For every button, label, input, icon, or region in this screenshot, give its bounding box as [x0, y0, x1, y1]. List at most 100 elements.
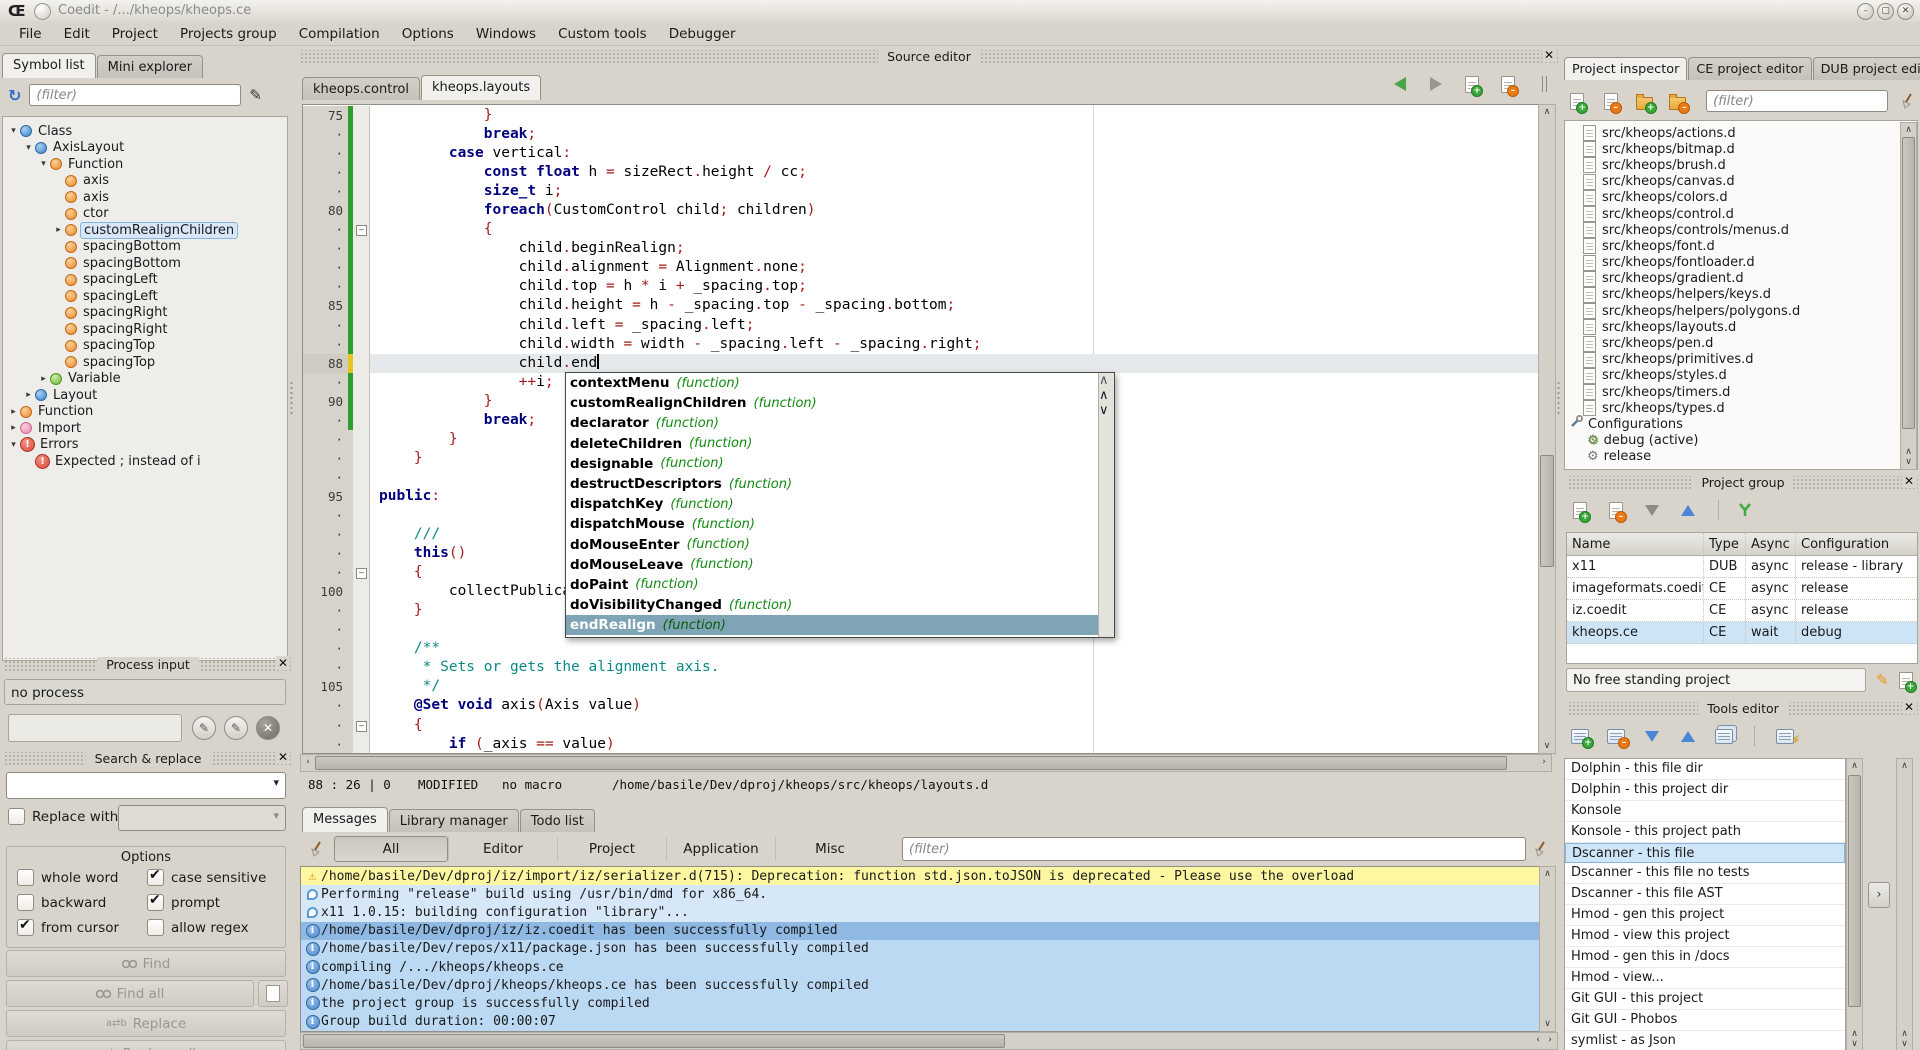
- minimize-button[interactable]: –: [1857, 3, 1874, 20]
- scroll-up-icon[interactable]: ∧: [1099, 373, 1109, 388]
- build-group-icon[interactable]: [1737, 502, 1753, 518]
- scroll-up-icon[interactable]: ∧: [1539, 107, 1555, 117]
- message-row[interactable]: i/home/basile/Dev/dproj/iz/iz.coedit has…: [301, 922, 1541, 940]
- tree-item[interactable]: spacingLeft: [3, 288, 287, 305]
- configuration-item[interactable]: ⚙release: [1565, 449, 1917, 465]
- allow-regex-checkbox[interactable]: [147, 919, 164, 936]
- tree-item[interactable]: ▾!Errors: [3, 437, 287, 454]
- right-splitter[interactable]: [1556, 380, 1561, 416]
- refresh-icon[interactable]: ↻: [8, 86, 21, 105]
- case-sensitive-checkbox[interactable]: [147, 869, 164, 886]
- column-header-configuration[interactable]: Configuration: [1795, 533, 1917, 555]
- find-all-button[interactable]: Find all: [6, 980, 254, 1007]
- tool-item[interactable]: Dscanner - this file AST: [1565, 884, 1845, 905]
- messages-hscrollbar[interactable]: ‹ ›: [300, 1032, 1558, 1050]
- completion-item[interactable]: deleteChildren(function): [566, 434, 1114, 454]
- tree-item[interactable]: spacingBottom: [3, 239, 287, 256]
- tree-item[interactable]: ▸customRealignChildren: [3, 222, 287, 239]
- whole-word-checkbox[interactable]: [17, 869, 34, 886]
- column-header-async[interactable]: Async: [1745, 533, 1795, 555]
- filter-application[interactable]: Application: [666, 837, 775, 861]
- find-all-in-doc-button[interactable]: [258, 980, 288, 1007]
- scroll-down-icon[interactable]: ∨: [1847, 1039, 1862, 1049]
- tab-ce-project-editor[interactable]: CE project editor: [1688, 57, 1811, 80]
- search-term-combo[interactable]: ▾: [6, 772, 286, 799]
- tool-item[interactable]: Hmod - gen this project: [1565, 905, 1845, 926]
- tools-detail-scrollbar[interactable]: ∧ ∧ ∨: [1896, 758, 1913, 1050]
- scroll-down-icon[interactable]: ∨: [1897, 1039, 1912, 1049]
- new-free-project-icon[interactable]: +: [1899, 672, 1913, 689]
- find-button[interactable]: Find: [6, 950, 286, 977]
- tree-item[interactable]: axis: [3, 173, 287, 190]
- file-tree-item[interactable]: src/kheops/control.d: [1565, 206, 1917, 222]
- prompt-checkbox[interactable]: [147, 894, 164, 911]
- menu-item-debugger[interactable]: Debugger: [658, 24, 747, 44]
- project-group-close-icon[interactable]: ✕: [1902, 474, 1916, 488]
- search-close-icon[interactable]: ✕: [276, 750, 290, 764]
- table-row[interactable]: kheops.ceCEwaitdebug: [1567, 622, 1917, 644]
- file-tree-item[interactable]: src/kheops/timers.d: [1565, 384, 1917, 400]
- clean-icon[interactable]: [1532, 840, 1550, 858]
- split-view-icon[interactable]: [1532, 72, 1556, 96]
- file-tree-item[interactable]: src/kheops/primitives.d: [1565, 352, 1917, 368]
- remove-project-icon[interactable]: –: [1604, 498, 1628, 522]
- message-row[interactable]: icompiling /.../kheops/kheops.ce: [301, 958, 1541, 976]
- tool-item[interactable]: Konsole - this project path: [1565, 822, 1845, 843]
- tree-item[interactable]: !Expected ; instead of i: [3, 453, 287, 470]
- fold-collapse-icon[interactable]: –: [356, 225, 367, 236]
- tool-item[interactable]: Dolphin - this file dir: [1565, 759, 1845, 780]
- tree-item[interactable]: ctor: [3, 206, 287, 223]
- tools-list-scrollbar[interactable]: ∧ ∧ ∨: [1846, 758, 1863, 1050]
- file-tree-item[interactable]: src/kheops/pen.d: [1565, 335, 1917, 351]
- fold-collapse-icon[interactable]: –: [356, 721, 367, 732]
- add-project-icon[interactable]: +: [1568, 498, 1592, 522]
- add-file-icon[interactable]: +: [1566, 89, 1589, 113]
- pin-input-button[interactable]: ✎: [224, 716, 248, 740]
- tab-project-inspector[interactable]: Project inspector: [1564, 57, 1687, 80]
- tool-item[interactable]: Dscanner - this file: [1565, 843, 1845, 863]
- go-back-icon[interactable]: [1388, 72, 1412, 96]
- completion-item[interactable]: declarator(function): [566, 413, 1114, 433]
- file-tree-item[interactable]: src/kheops/gradient.d: [1565, 271, 1917, 287]
- message-row[interactable]: Performing "release" build using /usr/bi…: [301, 885, 1541, 903]
- move-down-icon[interactable]: [1640, 498, 1664, 522]
- remove-folder-icon[interactable]: –: [1667, 89, 1690, 113]
- tree-item[interactable]: ▾Class: [3, 123, 287, 140]
- tree-item[interactable]: ▸Variable: [3, 371, 287, 388]
- file-tree-item[interactable]: src/kheops/styles.d: [1565, 368, 1917, 384]
- clean-icon[interactable]: [308, 840, 326, 858]
- source-editor-close-icon[interactable]: ✕: [1542, 48, 1556, 62]
- move-up-icon[interactable]: [1676, 498, 1700, 522]
- file-tree-item[interactable]: src/kheops/fontloader.d: [1565, 255, 1917, 271]
- tab-messages[interactable]: Messages: [302, 807, 388, 832]
- replace-button[interactable]: a⇄b Replace: [6, 1010, 286, 1037]
- move-tool-down-icon[interactable]: [1640, 724, 1664, 748]
- project-group-table[interactable]: NameTypeAsyncConfigurationx11DUBasyncrel…: [1566, 532, 1918, 664]
- tools-editor-close-icon[interactable]: ✕: [1902, 700, 1916, 714]
- pen-icon[interactable]: ✎: [249, 86, 262, 104]
- completion-item[interactable]: dispatchKey(function): [566, 494, 1114, 514]
- completion-item[interactable]: doMouseEnter(function): [566, 535, 1114, 555]
- send-input-button[interactable]: ✎: [192, 716, 216, 740]
- menu-item-options[interactable]: Options: [391, 24, 465, 44]
- file-tree-item[interactable]: src/kheops/colors.d: [1565, 190, 1917, 206]
- completion-scrollbar[interactable]: ∧ ∧ ∨: [1098, 373, 1114, 637]
- editor-tab-kheops-control[interactable]: kheops.control: [302, 77, 420, 100]
- table-row[interactable]: iz.coeditCEasyncrelease: [1567, 600, 1917, 622]
- scroll-up-icon[interactable]: ∧: [1897, 1029, 1912, 1039]
- messages-vscrollbar[interactable]: ∧ ∨: [1539, 866, 1556, 1032]
- file-tree-item[interactable]: src/kheops/actions.d: [1565, 125, 1917, 141]
- completion-item[interactable]: designable(function): [566, 454, 1114, 474]
- tree-item[interactable]: ▸Function: [3, 404, 287, 421]
- menu-item-windows[interactable]: Windows: [465, 24, 547, 44]
- editor-tab-kheops-layouts[interactable]: kheops.layouts: [421, 75, 541, 100]
- scroll-up-icon[interactable]: ∧: [1099, 388, 1109, 403]
- scroll-up-icon[interactable]: ∧: [1847, 1029, 1862, 1039]
- menu-item-projects-group[interactable]: Projects group: [169, 24, 288, 44]
- scroll-down-icon[interactable]: ∨: [1099, 403, 1109, 418]
- tool-item[interactable]: symlist - as Json: [1565, 1031, 1845, 1050]
- scroll-down-icon[interactable]: ∨: [1540, 1019, 1555, 1029]
- process-input-close-icon[interactable]: ✕: [276, 656, 290, 670]
- filter-editor[interactable]: Editor: [448, 837, 557, 861]
- menu-item-compilation[interactable]: Compilation: [288, 24, 391, 44]
